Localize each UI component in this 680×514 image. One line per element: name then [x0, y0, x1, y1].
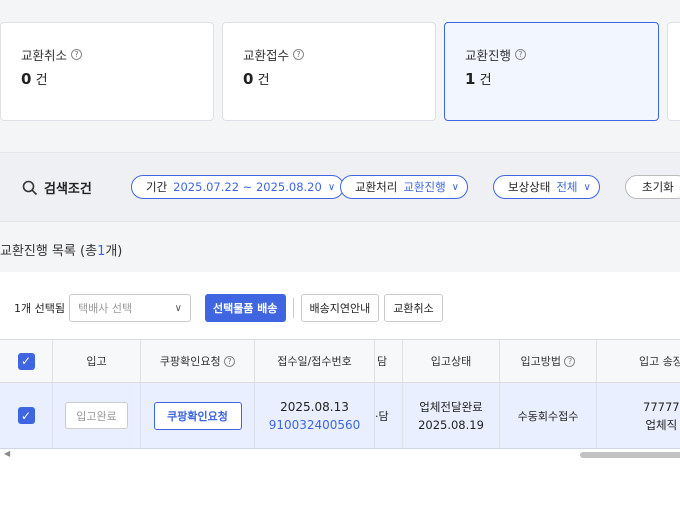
inbox-cell: 입고완료 — [53, 383, 141, 448]
ship-selected-button[interactable]: 선택물품 배송 — [204, 294, 286, 322]
inbox-complete-button[interactable]: 입고완료 — [65, 402, 128, 429]
coupang-request-button[interactable]: 쿠팡확인요청 — [153, 401, 242, 430]
list-title: 교환진행 목록 (총1개) — [0, 244, 123, 259]
stat-card-cancel[interactable]: 교환취소? 0 건 — [0, 22, 214, 121]
stat-title: 교환진행? — [465, 45, 527, 64]
help-icon[interactable]: ? — [564, 355, 576, 367]
shipping-delay-button[interactable]: 배송지연안내 — [300, 294, 380, 322]
search-label: 검색조건 — [22, 178, 92, 197]
search-icon — [22, 180, 38, 195]
stat-title: 교환취소? — [21, 45, 83, 64]
filter-exchange-process-chip[interactable]: 교환처리 교환진행 ∨ — [340, 175, 468, 199]
horizontal-scrollbar[interactable]: ◀ — [0, 449, 680, 459]
checkbox-checked-icon[interactable]: ✓ — [17, 407, 35, 424]
filter-period-chip[interactable]: 기간 2025.07.22 ~ 2025.08.20 ∨ — [131, 175, 345, 199]
stat-card-received[interactable]: 교환접수? 0 건 — [222, 22, 436, 121]
exchange-cancel-button[interactable]: 교환취소 — [384, 294, 443, 322]
chevron-down-icon: ∨ — [583, 181, 591, 193]
divider — [292, 298, 294, 318]
stat-card-next[interactable] — [667, 22, 680, 121]
row-select[interactable]: ✓ — [0, 383, 53, 448]
list-toolbar: 1개 선택됨 택배사 선택 ∨ 선택물품 배송 배송지연안내 교환취소 — [0, 294, 443, 322]
header-cell: 접수일/접수번호 — [255, 340, 375, 382]
method-cell: 수동회수접수 — [500, 383, 597, 448]
header-cell: 쿠팡확인요청 ? — [141, 340, 255, 382]
courier-select[interactable]: 택배사 선택 ∨ — [68, 294, 191, 322]
selected-count: 1개 선택됨 — [14, 302, 65, 315]
header-cell: 입고상태 — [403, 340, 500, 382]
chevron-down-icon: ∨ — [174, 302, 182, 314]
chevron-down-icon: ∨ — [451, 181, 459, 193]
top-strip — [0, 0, 680, 10]
stat-value: 1 건 — [465, 70, 492, 88]
chevron-down-icon: ∨ — [327, 181, 336, 193]
header-cell: 입고 송장 — [639, 355, 680, 368]
stat-value: 0 건 — [243, 70, 270, 88]
scroll-left-icon[interactable]: ◀ — [4, 449, 10, 458]
scrollbar-thumb[interactable] — [580, 452, 680, 458]
stat-title: 교환접수? — [243, 45, 305, 64]
header-cell: 담 — [375, 340, 403, 382]
stat-value: 0 건 — [21, 70, 48, 88]
help-icon[interactable]: ? — [515, 49, 527, 60]
receipt-number-link[interactable]: 910032400560 — [269, 416, 361, 434]
header-select-all[interactable]: ✓ — [0, 340, 53, 382]
help-icon[interactable]: ? — [293, 49, 305, 60]
partial-cell: ·담 — [375, 383, 403, 448]
search-conditions-bar: 검색조건 기간 2025.07.22 ~ 2025.08.20 ∨ 교환처리 교환진행… — [0, 152, 680, 222]
header-cell: 입고방법 ? — [500, 340, 597, 382]
stat-card-in-progress[interactable]: 교환진행? 1 건 — [444, 22, 659, 121]
help-icon[interactable]: ? — [224, 355, 236, 367]
status-cell: 업체전달완료 2025.08.19 — [403, 383, 500, 448]
table-header: ✓ 입고 쿠팡확인요청 ? 접수일/접수번호 담 입고상태 입고방법 ? 입고 … — [0, 339, 680, 383]
help-icon[interactable]: ? — [71, 49, 83, 60]
table-row[interactable]: ✓ 입고완료 쿠팡확인요청 2025.08.13 910032400560 ·담 … — [0, 383, 680, 449]
receipt-cell: 2025.08.13 910032400560 — [255, 383, 375, 448]
filter-compensation-chip[interactable]: 보상상태 전체 ∨ — [493, 175, 600, 199]
receipt-date: 2025.08.13 — [280, 399, 349, 414]
header-cell: 입고 — [53, 340, 141, 382]
coupang-cell: 쿠팡확인요청 — [141, 383, 255, 448]
reset-button[interactable]: 초기화 — [625, 175, 680, 199]
checkbox-checked-icon[interactable]: ✓ — [17, 352, 35, 370]
invoice-cell: 77777 업체직 — [643, 399, 680, 432]
